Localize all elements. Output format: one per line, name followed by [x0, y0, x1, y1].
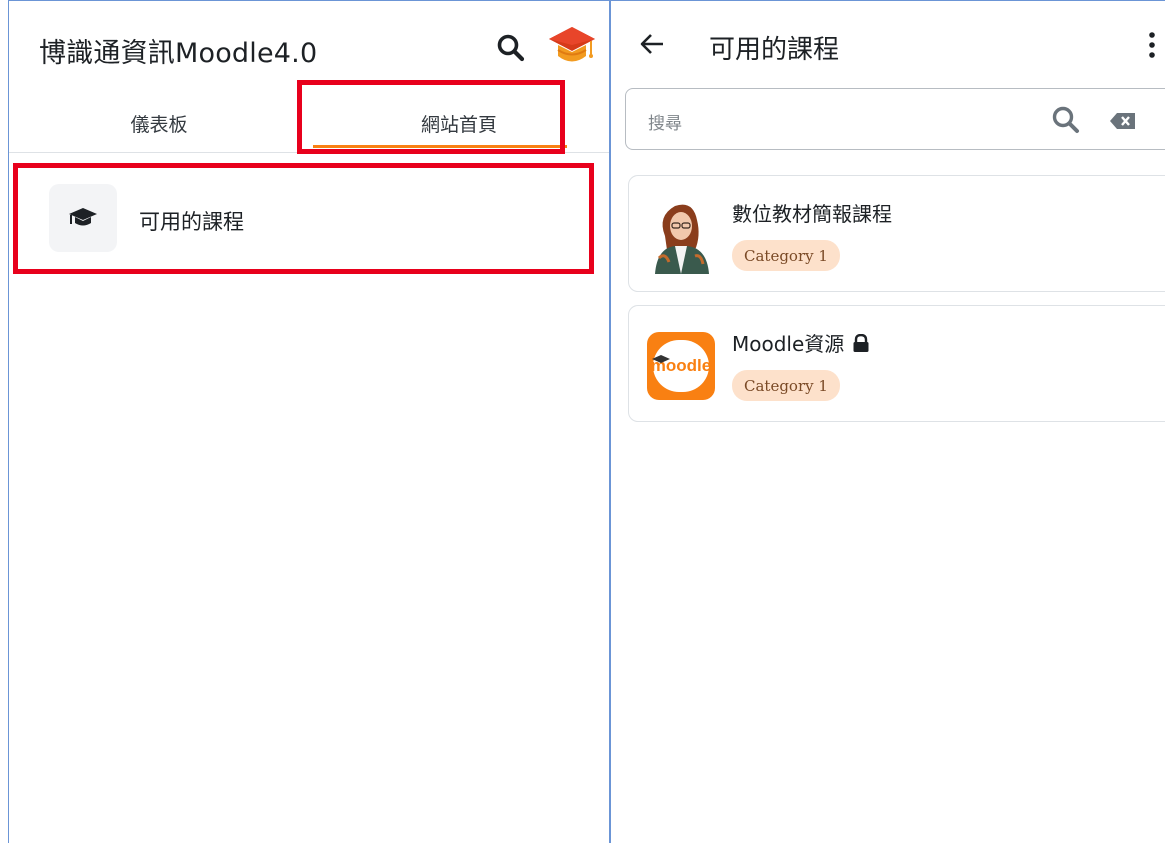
clear-input-icon[interactable] [1109, 111, 1137, 131]
tab-site-home[interactable]: 網站首頁 [309, 93, 609, 153]
page-header: 可用的課程 [611, 1, 1165, 83]
more-options-icon[interactable] [1147, 31, 1157, 59]
course-card[interactable]: moodle Moodle資源 Category 1 [628, 305, 1165, 422]
course-thumbnail-teacher-photo [645, 196, 717, 274]
course-name-text: 數位教材簡報課程 [732, 202, 892, 226]
tab-dashboard[interactable]: 儀表板 [9, 93, 309, 153]
app-header: 博識通資訊Moodle4.0 [9, 1, 609, 93]
category-badge-text: Category 1 [744, 246, 828, 265]
active-tab-indicator [313, 145, 567, 148]
category-badge-text: Category 1 [744, 376, 828, 395]
page-title: 可用的課程 [709, 35, 840, 65]
site-home-screen: 博識通資訊Moodle4.0 儀表板 網站首頁 可用的課程 [8, 0, 611, 843]
available-courses-label: 可用的課程 [139, 210, 244, 234]
course-name: Moodle資源 [732, 328, 870, 357]
graduation-cap-icon[interactable] [547, 23, 597, 69]
available-courses-screen: 可用的課程 搜尋 數位教材簡報課程 Category 1 moodle Mood… [611, 0, 1165, 843]
category-badge: Category 1 [732, 370, 840, 401]
graduation-cap-icon [69, 208, 97, 226]
search-placeholder: 搜尋 [648, 114, 682, 134]
category-badge: Category 1 [732, 240, 840, 271]
course-thumbnail-moodle-logo: moodle [647, 332, 715, 400]
search-icon[interactable] [496, 33, 526, 63]
available-courses-icon-box [49, 184, 117, 252]
lock-icon [853, 333, 869, 352]
tab-dashboard-label: 儀表板 [130, 113, 188, 136]
search-input[interactable]: 搜尋 [625, 88, 1165, 150]
available-courses-link[interactable]: 可用的課程 [21, 164, 601, 274]
tab-site-home-label: 網站首頁 [420, 113, 497, 136]
back-arrow-icon[interactable] [639, 31, 665, 57]
app-title: 博識通資訊Moodle4.0 [39, 38, 318, 69]
course-card[interactable]: 數位教材簡報課程 Category 1 [628, 175, 1165, 292]
course-name: 數位教材簡報課程 [732, 198, 892, 227]
tab-bar: 儀表板 網站首頁 [9, 93, 609, 153]
search-icon[interactable] [1051, 105, 1081, 135]
course-name-text: Moodle資源 [732, 332, 845, 356]
